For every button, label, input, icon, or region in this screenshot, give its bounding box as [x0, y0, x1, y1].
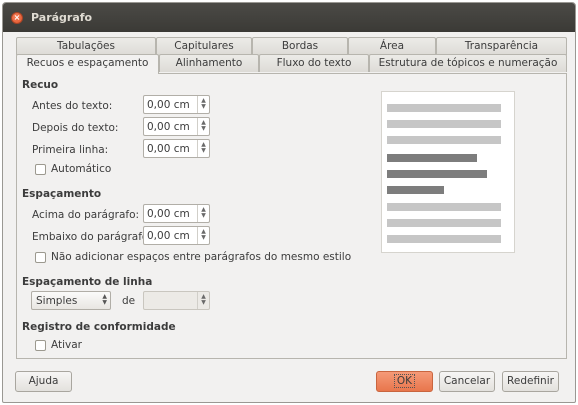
ok-button[interactable]: OK	[376, 371, 433, 392]
automatic-checkbox[interactable]	[35, 164, 46, 175]
preview-line	[387, 120, 501, 128]
preview-line	[387, 170, 487, 178]
spacing-heading: Espaçamento	[22, 188, 102, 200]
preview-line	[387, 104, 501, 112]
line-spacing-select[interactable]: Simples ▲ ▼	[31, 291, 111, 310]
no-space-checkbox[interactable]	[35, 252, 46, 263]
dropdown-arrows-icon: ▲ ▼	[102, 293, 107, 306]
spinner-arrows-icon[interactable]: ▲ ▼	[197, 227, 209, 244]
after-text-value: 0,00 cm	[147, 121, 190, 133]
below-paragraph-spinner[interactable]: 0,00 cm ▲ ▼	[143, 226, 210, 245]
preview-line	[387, 219, 501, 227]
paragraph-preview	[381, 91, 515, 253]
tab-capitulares[interactable]: Capitulares	[156, 37, 252, 55]
help-button[interactable]: Ajuda	[15, 371, 72, 392]
tab-transparencia[interactable]: Transparência	[436, 37, 567, 55]
titlebar: × Parágrafo	[3, 3, 575, 32]
spinner-arrows-icon: ▲ ▼	[197, 292, 209, 309]
first-line-spinner[interactable]: 0,00 cm ▲ ▼	[143, 139, 210, 158]
before-text-label: Antes do texto:	[32, 100, 113, 112]
window-title: Parágrafo	[31, 11, 93, 24]
tab-alinhamento[interactable]: Alinhamento	[159, 54, 259, 72]
indent-heading: Recuo	[22, 79, 59, 91]
tab-row-2: Recuos e espaçamento Alinhamento Fluxo d…	[16, 54, 567, 74]
first-line-value: 0,00 cm	[147, 143, 190, 155]
above-paragraph-value: 0,00 cm	[147, 208, 190, 220]
reset-button[interactable]: Redefinir	[502, 371, 559, 392]
activate-checkbox[interactable]	[35, 340, 46, 351]
tab-area[interactable]: Área	[348, 37, 436, 55]
paragraph-dialog: × Parágrafo Tabulações Capitulares Borda…	[2, 2, 576, 403]
no-space-label: Não adicionar espaços entre parágrafos d…	[51, 251, 352, 263]
tab-panel: Recuo Antes do texto: 0,00 cm ▲ ▼ Depois …	[16, 73, 567, 359]
spinner-arrows-icon[interactable]: ▲ ▼	[197, 140, 209, 157]
line-spacing-of-spinner: ▲ ▼	[143, 291, 210, 310]
preview-line	[387, 235, 501, 243]
preview-line	[387, 203, 501, 211]
tab-bordas[interactable]: Bordas	[252, 37, 348, 55]
cancel-button[interactable]: Cancelar	[439, 371, 495, 392]
preview-line	[387, 136, 501, 144]
first-line-label: Primeira linha:	[32, 144, 109, 156]
ok-label: OK	[393, 374, 416, 388]
spinner-arrows-icon[interactable]: ▲ ▼	[197, 118, 209, 135]
automatic-label: Automático	[51, 163, 112, 175]
after-text-spinner[interactable]: 0,00 cm ▲ ▼	[143, 117, 210, 136]
tab-fluxo-texto[interactable]: Fluxo do texto	[259, 54, 369, 72]
tab-recuos-espacamento[interactable]: Recuos e espaçamento	[16, 54, 159, 74]
below-paragraph-label: Embaixo do parágrafo:	[32, 231, 152, 243]
preview-line	[387, 154, 477, 162]
spinner-arrows-icon[interactable]: ▲ ▼	[197, 96, 209, 113]
of-label: de	[122, 295, 136, 307]
tab-estrutura-topicos[interactable]: Estrutura de tópicos e numeração	[369, 54, 567, 72]
close-icon[interactable]: ×	[11, 12, 23, 24]
line-spacing-value: Simples	[36, 295, 78, 307]
register-heading: Registro de conformidade	[22, 321, 176, 333]
tab-tabulacoes[interactable]: Tabulações	[16, 37, 156, 55]
spinner-arrows-icon[interactable]: ▲ ▼	[197, 205, 209, 222]
below-paragraph-value: 0,00 cm	[147, 230, 190, 242]
after-text-label: Depois do texto:	[32, 122, 119, 134]
preview-line	[387, 186, 444, 194]
line-spacing-heading: Espaçamento de linha	[22, 276, 153, 288]
above-paragraph-label: Acima do parágrafo:	[32, 209, 140, 221]
above-paragraph-spinner[interactable]: 0,00 cm ▲ ▼	[143, 204, 210, 223]
before-text-value: 0,00 cm	[147, 99, 190, 111]
activate-label: Ativar	[51, 339, 82, 351]
before-text-spinner[interactable]: 0,00 cm ▲ ▼	[143, 95, 210, 114]
